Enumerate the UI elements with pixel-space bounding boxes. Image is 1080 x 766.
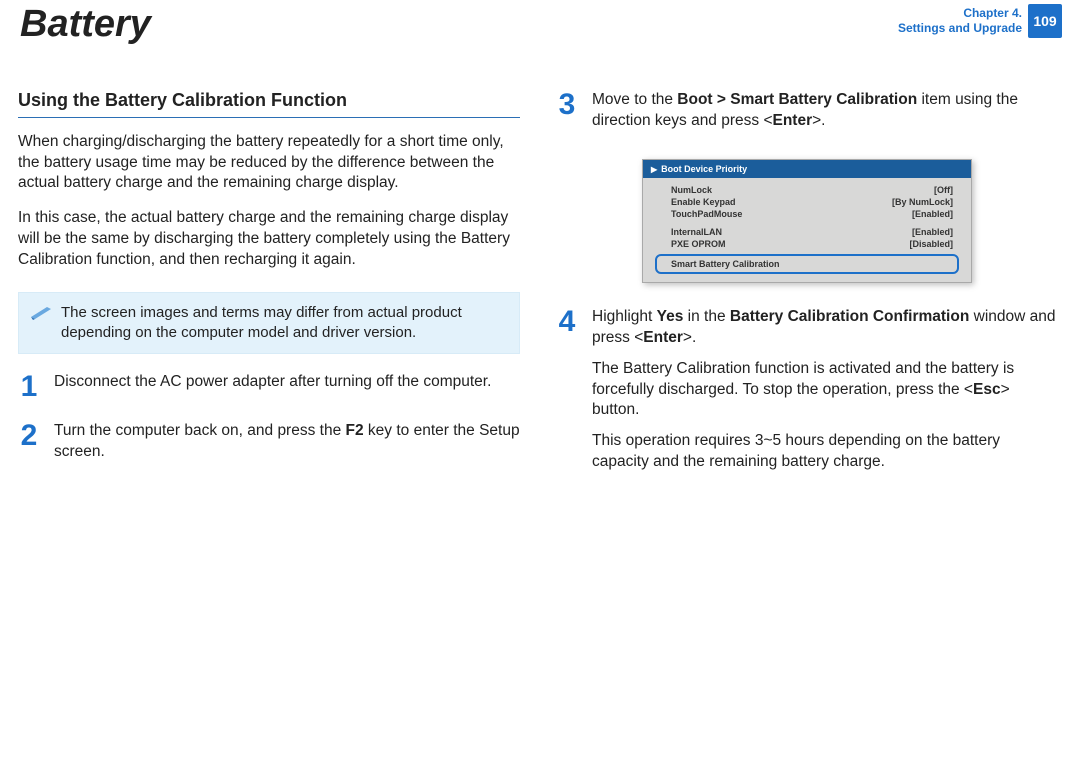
bios-row: PXE OPROM[Disabled] [643, 238, 971, 250]
bios-row: InternalLAN[Enabled] [643, 226, 971, 238]
step-4: 4 Highlight Yes in the Battery Calibrati… [556, 307, 1058, 482]
step-4-text-2: The Battery Calibration function is acti… [592, 359, 1058, 421]
page-header: Battery Chapter 4. Settings and Upgrade … [18, 0, 1062, 46]
right-column: 3 Move to the Boot > Smart Battery Calib… [556, 90, 1058, 501]
chapter-line-1: Chapter 4. [898, 6, 1022, 21]
bios-header-text: Boot Device Priority [661, 164, 747, 174]
step-3: 3 Move to the Boot > Smart Battery Calib… [556, 90, 1058, 142]
step-2: 2 Turn the computer back on, and press t… [18, 421, 520, 473]
manual-page: Battery Chapter 4. Settings and Upgrade … [0, 0, 1080, 766]
chapter-line-2: Settings and Upgrade [898, 21, 1022, 36]
note-text: The screen images and terms may differ f… [61, 304, 462, 341]
step-1-text: Disconnect the AC power adapter after tu… [54, 372, 491, 393]
note-box: The screen images and terms may differ f… [18, 292, 520, 354]
bios-screenshot: ▶ Boot Device Priority NumLock[Off] Enabl… [642, 159, 972, 283]
step-4-text-3: This operation requires 3~5 hours depend… [592, 431, 1058, 473]
intro-paragraph-1: When charging/discharging the battery re… [18, 132, 520, 194]
step-number-4: 4 [556, 307, 578, 482]
step-2-body: Turn the computer back on, and press the… [54, 421, 520, 473]
section-heading: Using the Battery Calibration Function [18, 90, 520, 118]
intro-paragraph-2: In this case, the actual battery charge … [18, 208, 520, 270]
bios-highlight: Smart Battery Calibration [655, 254, 959, 274]
step-number-1: 1 [18, 372, 40, 403]
step-3-text: Move to the Boot > Smart Battery Calibra… [592, 90, 1058, 132]
left-column: Using the Battery Calibration Function W… [18, 90, 520, 501]
bios-header: ▶ Boot Device Priority [643, 160, 971, 178]
bios-row: NumLock[Off] [643, 184, 971, 196]
chapter-text: Chapter 4. Settings and Upgrade [898, 6, 1022, 36]
page-number-badge: 109 [1028, 4, 1062, 38]
bios-row: Enable Keypad[By NumLock] [643, 196, 971, 208]
bios-body: NumLock[Off] Enable Keypad[By NumLock] T… [643, 178, 971, 282]
step-4-body: Highlight Yes in the Battery Calibration… [592, 307, 1058, 482]
bios-row: TouchPadMouse[Enabled] [643, 208, 971, 220]
step-number-2: 2 [18, 421, 40, 473]
step-3-body: Move to the Boot > Smart Battery Calibra… [592, 90, 1058, 142]
step-1: 1 Disconnect the AC power adapter after … [18, 372, 520, 403]
step-4-text-1: Highlight Yes in the Battery Calibration… [592, 307, 1058, 349]
step-1-body: Disconnect the AC power adapter after tu… [54, 372, 491, 403]
step-2-text: Turn the computer back on, and press the… [54, 421, 520, 463]
page-title: Battery [18, 4, 151, 46]
triangle-right-icon: ▶ [651, 165, 657, 174]
step-number-3: 3 [556, 90, 578, 142]
note-icon [29, 303, 53, 321]
content-columns: Using the Battery Calibration Function W… [18, 90, 1062, 501]
chapter-wrap: Chapter 4. Settings and Upgrade 109 [898, 4, 1062, 38]
